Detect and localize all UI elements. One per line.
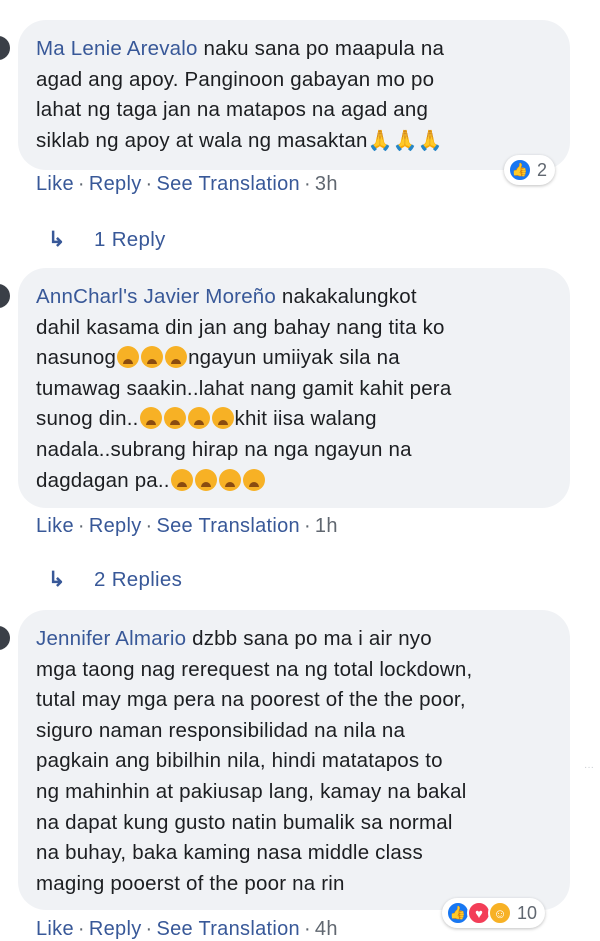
comment-actions: Like · Reply · See Translation · 4h	[36, 918, 338, 940]
crying-face-emoji	[170, 468, 193, 491]
crying-face-emoji	[211, 407, 234, 430]
comment-text: AnnCharl's Javier Moreño nakakalungkot d…	[36, 285, 452, 492]
comment-actions: Like · Reply · See Translation · 3h	[36, 173, 338, 195]
crying-face-emoji	[187, 407, 210, 430]
comment-bubble: Ma Lenie Arevalo naku sana po maapula na…	[18, 20, 570, 170]
see-translation-link[interactable]: See Translation	[156, 515, 299, 537]
reaction-summary[interactable]: 👍 ♥ ☺ 10	[442, 898, 546, 928]
reaction-summary[interactable]: 👍 2	[504, 155, 556, 185]
comment-author[interactable]: AnnCharl's Javier Moreño	[36, 285, 276, 308]
reply-arrow-icon: ↳	[48, 228, 66, 251]
avatar[interactable]	[0, 36, 10, 60]
crying-face-emoji	[117, 346, 140, 369]
see-translation-link[interactable]: See Translation	[156, 173, 299, 195]
timestamp[interactable]: 4h	[315, 918, 338, 940]
reply-link[interactable]: Reply	[89, 918, 142, 940]
reaction-count: 10	[517, 902, 538, 923]
reply-arrow-icon: ↳	[48, 568, 66, 591]
reaction-count: 2	[537, 159, 548, 180]
avatar[interactable]	[0, 284, 10, 308]
see-translation-link[interactable]: See Translation	[156, 918, 299, 940]
like-reaction-icon: 👍	[508, 158, 532, 182]
scroll-indicator[interactable]: ···	[584, 762, 594, 773]
crying-face-emoji	[218, 468, 241, 491]
avatar[interactable]	[0, 626, 10, 650]
comment-text: Jennifer Almario dzbb sana po ma i air n…	[36, 627, 473, 895]
praying-hands-emoji: 🙏🙏🙏	[367, 129, 443, 152]
reply-link[interactable]: Reply	[89, 515, 142, 537]
comment-text: Ma Lenie Arevalo naku sana po maapula na…	[36, 37, 445, 152]
crying-face-emoji	[194, 468, 217, 491]
like-link[interactable]: Like	[36, 173, 74, 195]
comment-author[interactable]: Ma Lenie Arevalo	[36, 37, 198, 60]
crying-face-emoji	[242, 468, 265, 491]
comment-actions: Like · Reply · See Translation · 1h	[36, 515, 338, 537]
view-replies-link[interactable]: ↳ 2 Replies	[48, 567, 182, 592]
like-link[interactable]: Like	[36, 918, 74, 940]
crying-face-emoji	[163, 407, 186, 430]
like-link[interactable]: Like	[36, 515, 74, 537]
timestamp[interactable]: 1h	[315, 515, 338, 537]
crying-face-emoji	[165, 346, 188, 369]
haha-reaction-icon: ☺	[488, 901, 512, 925]
view-replies-link[interactable]: ↳ 1 Reply	[48, 227, 166, 252]
comment-author[interactable]: Jennifer Almario	[36, 627, 186, 650]
reply-link[interactable]: Reply	[89, 173, 142, 195]
comment-bubble: Jennifer Almario dzbb sana po ma i air n…	[18, 610, 570, 910]
crying-face-emoji	[139, 407, 162, 430]
comment-bubble: AnnCharl's Javier Moreño nakakalungkot d…	[18, 268, 570, 508]
timestamp[interactable]: 3h	[315, 173, 338, 195]
crying-face-emoji	[141, 346, 164, 369]
